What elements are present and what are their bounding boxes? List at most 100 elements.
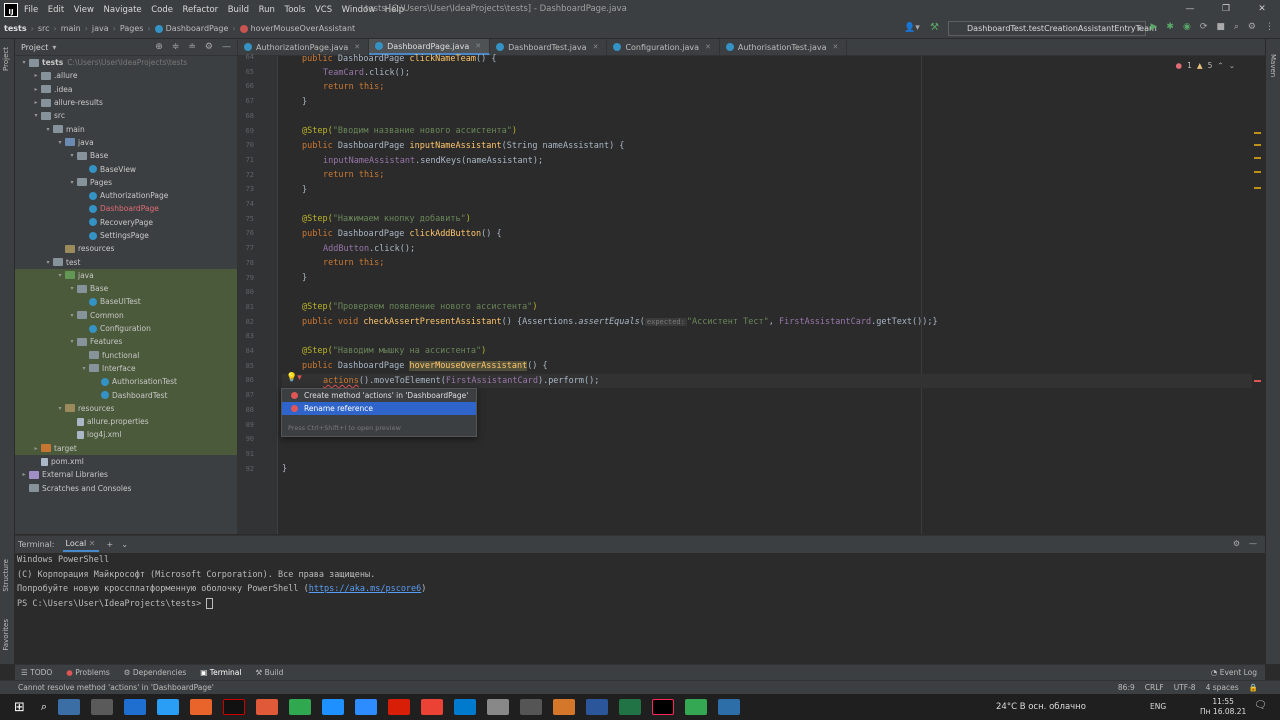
line-separator[interactable]: CRLF bbox=[1145, 683, 1164, 692]
expand-arrow-icon[interactable]: ▾ bbox=[55, 272, 65, 279]
excel-icon[interactable] bbox=[619, 699, 642, 715]
warning-stripe[interactable] bbox=[1254, 157, 1261, 159]
expand-arrow-icon[interactable]: ▾ bbox=[67, 285, 77, 292]
tool-tab-todo[interactable]: ☰ TODO bbox=[21, 668, 52, 677]
tree-node[interactable]: ▾ Pages bbox=[15, 176, 237, 189]
warning-stripe[interactable] bbox=[1254, 187, 1261, 189]
chevron-down-icon[interactable]: ▾ bbox=[52, 43, 56, 52]
update-icon[interactable]: ⚙ bbox=[1248, 22, 1256, 32]
settings-icon[interactable]: ⋮ bbox=[1265, 22, 1274, 32]
tree-node[interactable]: resources bbox=[15, 242, 237, 255]
tree-node[interactable]: ▸ .idea bbox=[15, 83, 237, 96]
vscode-icon[interactable] bbox=[454, 699, 477, 715]
warning-stripe[interactable] bbox=[1254, 144, 1261, 146]
user-icon[interactable]: 👤▾ bbox=[904, 23, 920, 33]
breadcrumb-item[interactable]: DashboardPage bbox=[166, 24, 229, 33]
app-icon[interactable] bbox=[718, 699, 741, 715]
app-icon[interactable] bbox=[289, 699, 312, 715]
expand-arrow-icon[interactable]: ▾ bbox=[31, 112, 41, 119]
tab-configuration[interactable]: Configuration.java ✕ bbox=[607, 39, 720, 55]
app-icon[interactable] bbox=[223, 699, 246, 715]
close-icon[interactable]: ✕ bbox=[832, 43, 838, 51]
hide-icon[interactable]: — bbox=[222, 42, 231, 52]
menu-navigate[interactable]: Navigate bbox=[104, 5, 142, 15]
explorer-icon[interactable] bbox=[91, 699, 114, 715]
tree-node[interactable]: SettingsPage bbox=[15, 229, 237, 242]
expand-arrow-icon[interactable]: ▾ bbox=[43, 126, 53, 133]
file-encoding[interactable]: UTF-8 bbox=[1174, 683, 1196, 692]
favorites-tool-tab[interactable]: Favorites bbox=[2, 619, 10, 651]
tree-node[interactable]: ▸ target bbox=[15, 441, 237, 455]
tree-node[interactable]: ▸ .allure bbox=[15, 69, 237, 82]
zoom-icon[interactable] bbox=[355, 699, 378, 715]
menu-build[interactable]: Build bbox=[228, 5, 249, 15]
code-view[interactable]: public DashboardPage clickNameTeam() { T… bbox=[282, 54, 1252, 534]
app-icon[interactable] bbox=[157, 699, 180, 715]
tool-tab-build[interactable]: ⚒ Build bbox=[255, 668, 283, 677]
tree-node[interactable]: ▸ External Libraries bbox=[15, 468, 237, 481]
tree-node[interactable]: log4j.xml bbox=[15, 428, 237, 442]
notification-icon[interactable]: 🗨 bbox=[1254, 700, 1267, 711]
close-window-button[interactable]: ✕ bbox=[1244, 0, 1280, 19]
structure-tool-tab[interactable]: Structure bbox=[2, 559, 10, 592]
tree-node[interactable]: pom.xml bbox=[15, 455, 237, 468]
terminal-prompt[interactable]: PS C:\Users\User\IdeaProjects\tests> bbox=[15, 597, 1265, 612]
expand-arrow-icon[interactable]: ▾ bbox=[79, 365, 89, 372]
menu-vcs[interactable]: VCS bbox=[315, 5, 332, 15]
search-icon[interactable]: ⌕ bbox=[41, 700, 47, 714]
menu-refactor[interactable]: Refactor bbox=[183, 5, 219, 15]
tree-node[interactable]: ▾ Base bbox=[15, 282, 237, 296]
close-icon[interactable]: ✕ bbox=[475, 42, 481, 50]
warning-stripe[interactable] bbox=[1254, 132, 1261, 134]
maven-tool-tab[interactable]: Maven bbox=[1269, 54, 1277, 77]
tree-node[interactable]: ▾ java bbox=[15, 136, 237, 149]
caret-position[interactable]: 86:9 bbox=[1118, 683, 1135, 692]
tab-dashboardtest[interactable]: DashboardTest.java ✕ bbox=[490, 39, 608, 55]
menu-edit[interactable]: Edit bbox=[48, 5, 64, 15]
quick-fix-rename-reference[interactable]: Rename reference bbox=[282, 402, 476, 415]
tree-node[interactable]: functional bbox=[15, 348, 237, 362]
tree-node[interactable]: BaseUITest bbox=[15, 295, 237, 309]
close-icon[interactable]: ✕ bbox=[593, 43, 599, 51]
tree-node[interactable]: ▾ resources bbox=[15, 401, 237, 416]
tree-node[interactable]: ▾ Common bbox=[15, 308, 237, 322]
search-icon[interactable]: ⌕ bbox=[1234, 22, 1239, 32]
maximize-button[interactable]: ❐ bbox=[1208, 0, 1244, 19]
expand-arrow-icon[interactable]: ▾ bbox=[67, 152, 77, 159]
coverage-icon[interactable]: ◉ bbox=[1183, 22, 1191, 32]
add-icon[interactable]: + bbox=[107, 540, 114, 549]
expand-arrow-icon[interactable]: ▾ bbox=[19, 59, 29, 66]
tree-node[interactable]: ▾ test bbox=[15, 255, 237, 268]
menu-view[interactable]: View bbox=[74, 5, 94, 15]
word-icon[interactable] bbox=[586, 699, 609, 715]
tool-tab-dependencies[interactable]: ⚙ Dependencies bbox=[124, 668, 187, 677]
menu-tools[interactable]: Tools bbox=[284, 5, 305, 15]
app-icon[interactable] bbox=[520, 699, 543, 715]
gear-icon[interactable]: ⚙ bbox=[1233, 539, 1240, 548]
stop-icon[interactable]: ■ bbox=[1216, 22, 1225, 32]
breadcrumb-item[interactable]: src bbox=[38, 24, 50, 33]
tree-node[interactable]: ▸ allure-results bbox=[15, 96, 237, 109]
chrome-icon[interactable] bbox=[685, 699, 708, 715]
locate-icon[interactable]: ⊕ bbox=[155, 42, 163, 52]
weather-widget[interactable]: 24°C В осн. облачно bbox=[996, 702, 1086, 712]
expand-arrow-icon[interactable]: ▾ bbox=[55, 405, 65, 412]
chevron-down-icon[interactable]: ⌄ bbox=[121, 540, 128, 549]
language-indicator[interactable]: ENG bbox=[1150, 702, 1166, 711]
minimize-button[interactable]: — bbox=[1172, 0, 1208, 19]
tab-authorisationtest[interactable]: AuthorisationTest.java ✕ bbox=[720, 39, 848, 55]
project-panel-title[interactable]: Project bbox=[21, 43, 48, 52]
close-icon[interactable]: ✕ bbox=[354, 43, 360, 51]
app-icon[interactable] bbox=[190, 699, 213, 715]
quick-fix-create-method[interactable]: Create method 'actions' in 'DashboardPag… bbox=[282, 389, 476, 402]
expand-arrow-icon[interactable]: ▾ bbox=[43, 259, 53, 266]
run-icon[interactable]: ▶ bbox=[1150, 22, 1157, 32]
tree-node[interactable]: Configuration bbox=[15, 321, 237, 336]
tree-node[interactable]: RecoveryPage bbox=[15, 216, 237, 229]
gear-icon[interactable]: ⚙ bbox=[205, 42, 213, 52]
menu-run[interactable]: Run bbox=[259, 5, 275, 15]
tree-node[interactable]: AuthorisationTest bbox=[15, 375, 237, 389]
project-tool-tab[interactable]: Project bbox=[2, 47, 10, 71]
taskview-icon[interactable] bbox=[58, 699, 81, 715]
chrome-icon[interactable] bbox=[421, 699, 444, 715]
